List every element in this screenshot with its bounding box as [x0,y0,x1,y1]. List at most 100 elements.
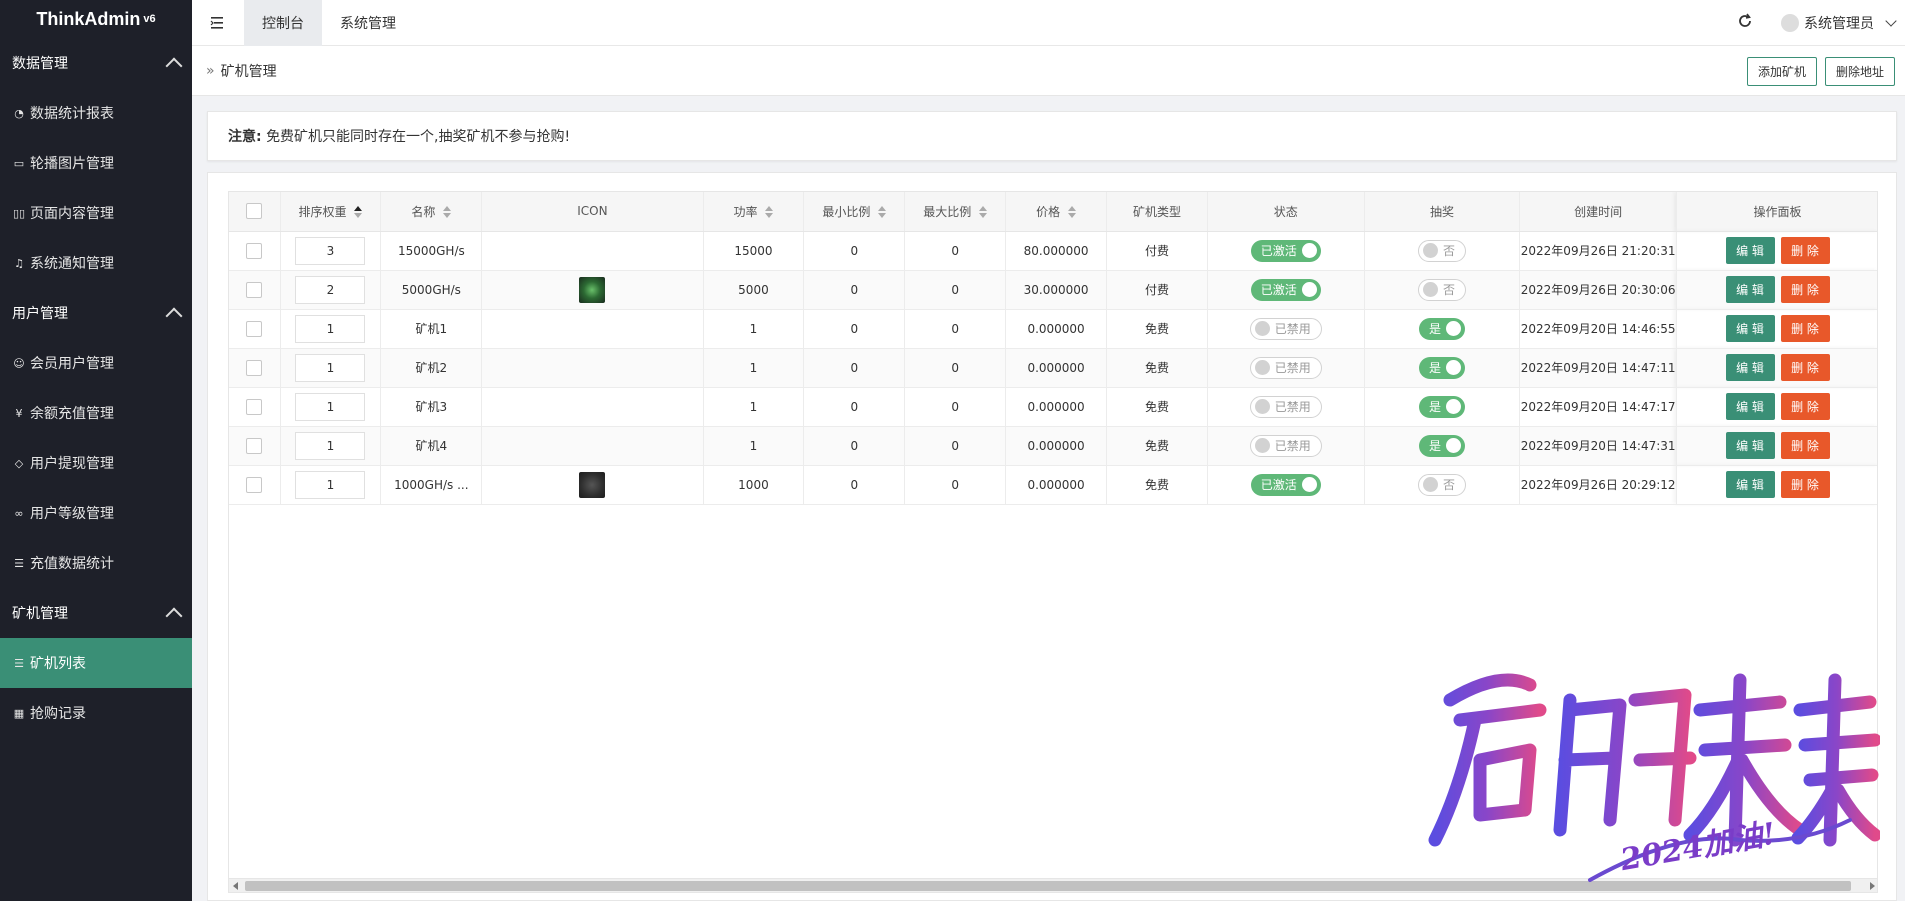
delete-button[interactable]: 删 除 [1780,276,1830,303]
sort-input[interactable]: 1 [295,392,366,421]
sort-input[interactable]: 1 [295,353,366,382]
col-max-ratio[interactable]: 最大比例 [904,192,1007,232]
lottery-toggle[interactable]: 是 [1418,395,1465,418]
lottery-toggle[interactable]: 否 [1417,473,1466,496]
delete-button[interactable]: 删 除 [1780,432,1830,459]
status-toggle[interactable]: 已禁用 [1249,356,1322,379]
sort-input[interactable]: 1 [295,431,366,460]
sidebar-group-1[interactable]: 用户管理 [0,288,192,338]
row-checkbox[interactable] [246,359,263,376]
tab-console[interactable]: 控制台 [244,0,322,46]
status-toggle[interactable]: 已禁用 [1249,434,1322,457]
col-sort[interactable]: 排序权重 [280,192,382,232]
brand-logo[interactable]: ThinkAdmin v6 [0,0,192,38]
type-cell: 免费 [1106,465,1208,505]
sidebar-item-1-3[interactable]: ∞ 用户等级管理 [0,488,192,538]
sort-icon[interactable] [979,206,988,219]
link-icon: ∞ [14,506,24,520]
lottery-toggle[interactable]: 否 [1417,278,1466,301]
sort-icon[interactable] [765,206,774,219]
lottery-toggle[interactable]: 是 [1418,356,1465,379]
col-status: 状态 [1207,192,1365,232]
delete-address-button[interactable]: 删除地址 [1824,57,1895,86]
delete-button[interactable]: 删 除 [1780,471,1830,498]
edit-button[interactable]: 编 辑 [1725,315,1775,342]
delete-button[interactable]: 删 除 [1780,354,1830,381]
sidebar-item-1-2[interactable]: ◇ 用户提现管理 [0,438,192,488]
list-icon: ☰ [14,556,24,570]
col-name[interactable]: 名称 [380,192,483,232]
scroll-right-icon[interactable] [1870,882,1875,890]
row-checkbox[interactable] [246,476,263,493]
sort-icon[interactable] [354,206,363,219]
sidebar-item-0-0[interactable]: ◔ 数据统计报表 [0,88,192,138]
menu-toggle-icon[interactable] [192,0,244,46]
lottery-cell: 是 [1364,426,1521,466]
row-checkbox[interactable] [246,320,263,337]
col-icon: ICON [481,192,704,232]
add-miner-button[interactable]: 添加矿机 [1746,57,1817,86]
min-ratio-cell: 0 [803,231,906,271]
sort-cell: 1 [280,426,382,466]
row-checkbox[interactable] [246,242,263,259]
lottery-text: 是 [1428,439,1441,453]
col-min-ratio[interactable]: 最小比例 [803,192,906,232]
sort-input[interactable]: 1 [295,314,366,343]
sidebar-item-1-4[interactable]: ☰ 充值数据统计 [0,538,192,588]
table-row: 1 矿机3 1 0 0 0.000000 免费 已禁用 是 2022年09月20… [229,387,1877,427]
col-price[interactable]: 价格 [1005,192,1108,232]
horizontal-scrollbar[interactable] [229,878,1877,892]
tab-system[interactable]: 系统管理 [322,0,414,46]
refresh-icon[interactable] [1737,13,1753,34]
row-checkbox[interactable] [246,398,263,415]
row-checkbox[interactable] [246,281,263,298]
status-cell: 已禁用 [1207,426,1365,466]
sidebar-item-0-3[interactable]: ♫ 系统通知管理 [0,238,192,288]
edit-button[interactable]: 编 辑 [1725,393,1775,420]
sort-icon[interactable] [443,206,452,219]
user-menu[interactable]: 系统管理员 [1781,13,1897,33]
sidebar-item-label: 余额充值管理 [30,406,114,422]
scroll-thumb[interactable] [245,881,1851,891]
status-toggle[interactable]: 已禁用 [1249,317,1322,340]
edit-button[interactable]: 编 辑 [1725,432,1775,459]
row-checkbox[interactable] [246,437,263,454]
scroll-left-icon[interactable] [233,882,238,890]
sort-input[interactable]: 1 [295,470,366,499]
status-toggle[interactable]: 已禁用 [1249,395,1322,418]
edit-button[interactable]: 编 辑 [1725,237,1775,264]
sidebar-group-0[interactable]: 数据管理 [0,38,192,88]
delete-button[interactable]: 删 除 [1780,315,1830,342]
sidebar-group-2[interactable]: 矿机管理 [0,588,192,638]
edit-button[interactable]: 编 辑 [1725,276,1775,303]
select-all-checkbox[interactable] [246,203,263,220]
sidebar-item-1-1[interactable]: ¥ 余额充值管理 [0,388,192,438]
sidebar-item-1-0[interactable]: ☺ 会员用户管理 [0,338,192,388]
actions-cell: 编 辑删 除 [1676,309,1877,349]
sidebar-item-0-2[interactable]: ▯▯ 页面内容管理 [0,188,192,238]
lottery-toggle[interactable]: 是 [1418,434,1465,457]
created-cell: 2022年09月20日 14:47:11 [1519,348,1678,388]
actions-cell: 编 辑删 除 [1676,465,1877,505]
lottery-toggle[interactable]: 是 [1418,317,1465,340]
status-toggle[interactable]: 已激活 [1250,278,1321,301]
delete-button[interactable]: 删 除 [1780,237,1830,264]
sidebar-item-label: 数据统计报表 [30,106,114,122]
col-power[interactable]: 功率 [703,192,805,232]
sort-input[interactable]: 2 [295,275,366,304]
sort-input[interactable]: 3 [295,236,366,265]
edit-button[interactable]: 编 辑 [1725,471,1775,498]
sidebar-item-0-1[interactable]: ▭ 轮播图片管理 [0,138,192,188]
status-toggle[interactable]: 已激活 [1250,239,1321,262]
miner-thumbnail[interactable] [579,471,606,498]
sort-icon[interactable] [878,206,887,219]
sidebar-item-2-0[interactable]: ☰ 矿机列表 [0,638,192,688]
sidebar-item-2-1[interactable]: ▦ 抢购记录 [0,688,192,738]
edit-button[interactable]: 编 辑 [1725,354,1775,381]
status-cell: 已激活 [1207,465,1365,505]
lottery-toggle[interactable]: 否 [1417,239,1466,262]
sort-icon[interactable] [1068,206,1077,219]
status-toggle[interactable]: 已激活 [1250,473,1321,496]
miner-thumbnail[interactable] [579,276,606,303]
delete-button[interactable]: 删 除 [1780,393,1830,420]
